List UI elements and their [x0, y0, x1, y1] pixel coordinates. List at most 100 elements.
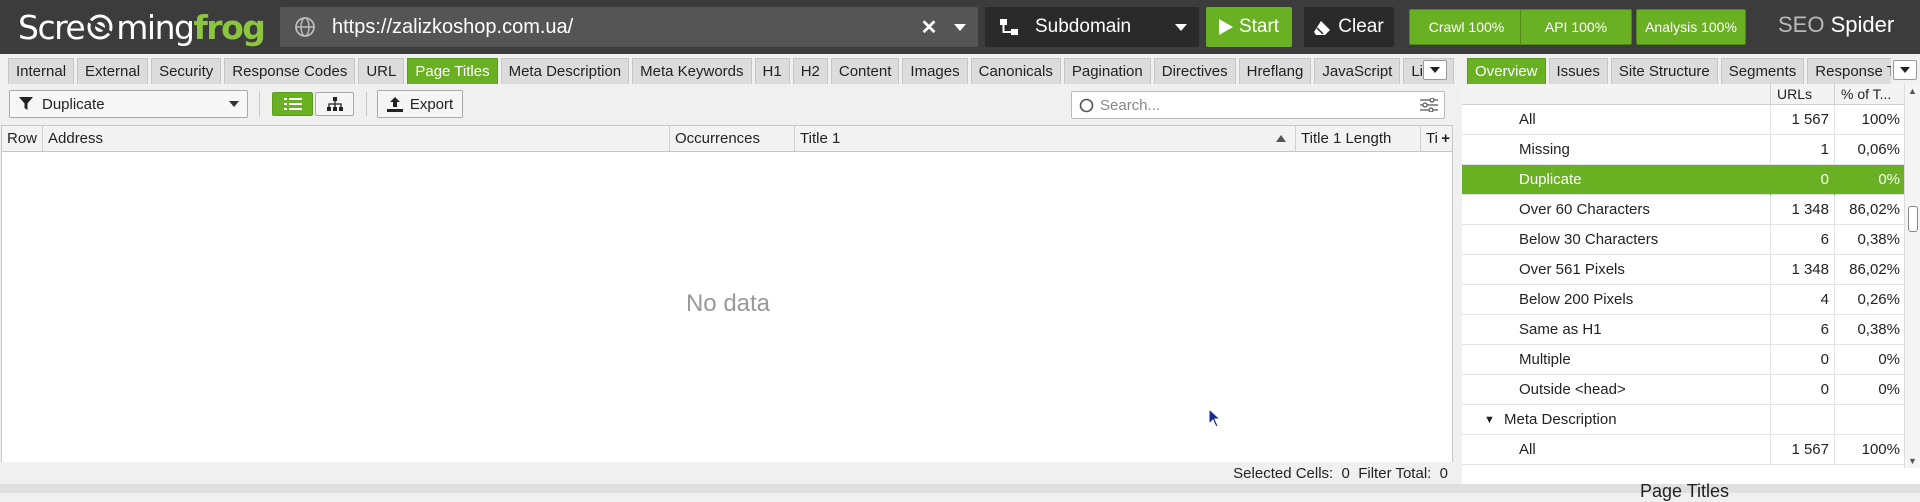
export-button[interactable]: Export	[377, 90, 463, 118]
scroll-up-icon[interactable]: ▲	[1908, 86, 1917, 96]
url-history-dropdown[interactable]	[942, 23, 978, 31]
right-tab-segments[interactable]: Segments	[1720, 58, 1805, 84]
overview-row-label: All	[1519, 111, 1536, 128]
crawl-mode-select[interactable]: Subdomain	[985, 7, 1199, 47]
search-input[interactable]: Search...	[1071, 91, 1445, 119]
tab-internal[interactable]: Internal	[8, 58, 75, 84]
mouse-cursor-icon	[1208, 408, 1222, 428]
tab-images[interactable]: Images	[902, 58, 968, 84]
list-view-button[interactable]	[272, 92, 313, 116]
overview-row[interactable]: All 1 567 100%	[1462, 105, 1904, 135]
overview-column-percent[interactable]: % of T...	[1834, 84, 1904, 105]
empty-state: No data	[685, 290, 771, 317]
right-tab-overview[interactable]: Overview	[1467, 58, 1546, 84]
overview-panel: URLs % of T... All 1 567 100% Missing 1 0,06%…	[1462, 84, 1920, 484]
overview-group-row[interactable]: Meta Description ▼	[1462, 405, 1904, 435]
toolbar-divider	[259, 92, 260, 116]
clear-button[interactable]: Clear	[1304, 7, 1394, 47]
column-header-title-1-pixel-width[interactable]: Ti +	[1421, 126, 1452, 151]
screaming-frog-logo: Scre ming frog	[18, 6, 266, 48]
overview-row[interactable]: Multiple 0 0%	[1462, 345, 1904, 375]
column-header-title-1-length[interactable]: Title 1 Length	[1296, 126, 1421, 151]
tab-external[interactable]: External	[77, 58, 149, 84]
tab-content[interactable]: Content	[830, 58, 900, 84]
overview-row[interactable]: Outside <head> 0 0%	[1462, 375, 1904, 405]
url-bar[interactable]: https://zalizkoshop.com.ua/ ✕	[280, 7, 978, 47]
overview-row[interactable]: Below 200 Pixels 4 0,26%	[1462, 285, 1904, 315]
toolbar-divider	[366, 92, 367, 116]
more-right-tabs-button[interactable]	[1893, 60, 1917, 80]
right-tab-issues[interactable]: Issues	[1548, 58, 1608, 84]
tab-h2[interactable]: H2	[792, 58, 828, 84]
tab-meta-description[interactable]: Meta Description	[500, 58, 630, 84]
more-tabs-button[interactable]	[1423, 60, 1447, 80]
overview-row-urls: 1	[1770, 135, 1834, 165]
frog-eye-icon	[86, 14, 114, 40]
overview-row-urls: 1 348	[1770, 255, 1834, 285]
column-header-row[interactable]: Row	[2, 126, 43, 151]
start-button[interactable]: Start	[1206, 7, 1292, 47]
bottom-panel-divider[interactable]	[0, 484, 1920, 493]
expand-collapse-icon[interactable]: ▼	[1484, 405, 1495, 435]
chevron-down-icon	[1430, 67, 1440, 73]
overview-row[interactable]: Over 60 Characters 1 348 86,02%	[1462, 195, 1904, 225]
overview-row-percent: 0,38%	[1834, 315, 1904, 345]
overview-row-label: Over 561 Pixels	[1519, 261, 1625, 278]
column-header-occurrences[interactable]: Occurrences	[670, 126, 795, 151]
overview-row-urls: 6	[1770, 225, 1834, 255]
overview-row[interactable]: Missing 1 0,06%	[1462, 135, 1904, 165]
overview-row[interactable]: All 1 567 100%	[1462, 435, 1904, 465]
overview-row-label: Below 30 Characters	[1519, 231, 1659, 248]
data-table[interactable]: No data Row Address Occurrences Title 1 …	[1, 125, 1453, 463]
filter-dropdown[interactable]	[221, 101, 247, 107]
add-column-icon[interactable]: +	[1441, 126, 1450, 151]
scroll-thumb[interactable]	[1908, 206, 1918, 232]
overview-row-urls: 1 567	[1770, 435, 1834, 465]
right-tab-response-t[interactable]: Response T	[1807, 58, 1891, 84]
api-progress-pill: API 100%	[1520, 9, 1632, 45]
overview-row-label: Duplicate	[1519, 171, 1582, 188]
overview-column-urls[interactable]: URLs	[1770, 84, 1834, 105]
main-tab-strip: Internal External Security Response Codes UR…	[8, 58, 1457, 84]
tab-meta-keywords[interactable]: Meta Keywords	[632, 58, 752, 84]
top-bar: Scre ming frog https://zalizkoshop.com.ua…	[0, 0, 1920, 54]
overview-row-percent: 100%	[1834, 435, 1904, 465]
overview-row[interactable]: Same as H1 6 0,38%	[1462, 315, 1904, 345]
tab-response-codes[interactable]: Response Codes	[224, 58, 356, 84]
search-options-button[interactable]	[1414, 98, 1444, 112]
tab-url[interactable]: URL	[358, 58, 405, 84]
overview-row-label: Same as H1	[1519, 321, 1602, 338]
tree-view-button[interactable]	[315, 92, 354, 116]
crawl-mode-dropdown[interactable]	[1163, 23, 1199, 31]
scroll-down-icon[interactable]: ▼	[1908, 456, 1917, 466]
overview-row[interactable]: Below 30 Characters 6 0,38%	[1462, 225, 1904, 255]
tab-pagination[interactable]: Pagination	[1063, 58, 1151, 84]
tab-hreflang[interactable]: Hreflang	[1238, 58, 1312, 84]
overview-row-label: Outside <head>	[1519, 381, 1626, 398]
column-header-title-1[interactable]: Title 1	[795, 126, 1296, 151]
clear-url-icon[interactable]: ✕	[916, 15, 942, 40]
tree-icon	[326, 97, 343, 111]
tab-h1[interactable]: H1	[754, 58, 790, 84]
tab-canonicals[interactable]: Canonicals	[970, 58, 1061, 84]
logo-text-frog: frog	[193, 7, 265, 47]
overview-scrollbar[interactable]: ▲ ▼	[1904, 84, 1920, 468]
logo-text-mid: ming	[116, 7, 195, 47]
filter-select[interactable]: Duplicate	[9, 90, 248, 118]
export-button-label: Export	[409, 95, 454, 113]
overview-row-percent: 0,06%	[1834, 135, 1904, 165]
subdomain-icon	[1000, 19, 1018, 35]
logo-text-left: Scre	[18, 7, 86, 47]
search-placeholder: Search...	[1100, 96, 1161, 114]
tab-directives[interactable]: Directives	[1153, 58, 1236, 84]
overview-row[interactable]: Duplicate 0 0%	[1462, 165, 1904, 195]
tab-javascript[interactable]: JavaScript	[1314, 58, 1401, 84]
overview-row-percent	[1834, 405, 1904, 435]
tab-security[interactable]: Security	[151, 58, 222, 84]
start-button-label: Start	[1238, 16, 1280, 37]
overview-row[interactable]: Over 561 Pixels 1 348 86,02%	[1462, 255, 1904, 285]
tab-page-titles[interactable]: Page Titles	[407, 58, 498, 84]
column-header-address[interactable]: Address	[43, 126, 670, 151]
url-input[interactable]: https://zalizkoshop.com.ua/	[332, 16, 916, 39]
right-tab-site-structure[interactable]: Site Structure	[1610, 58, 1718, 84]
